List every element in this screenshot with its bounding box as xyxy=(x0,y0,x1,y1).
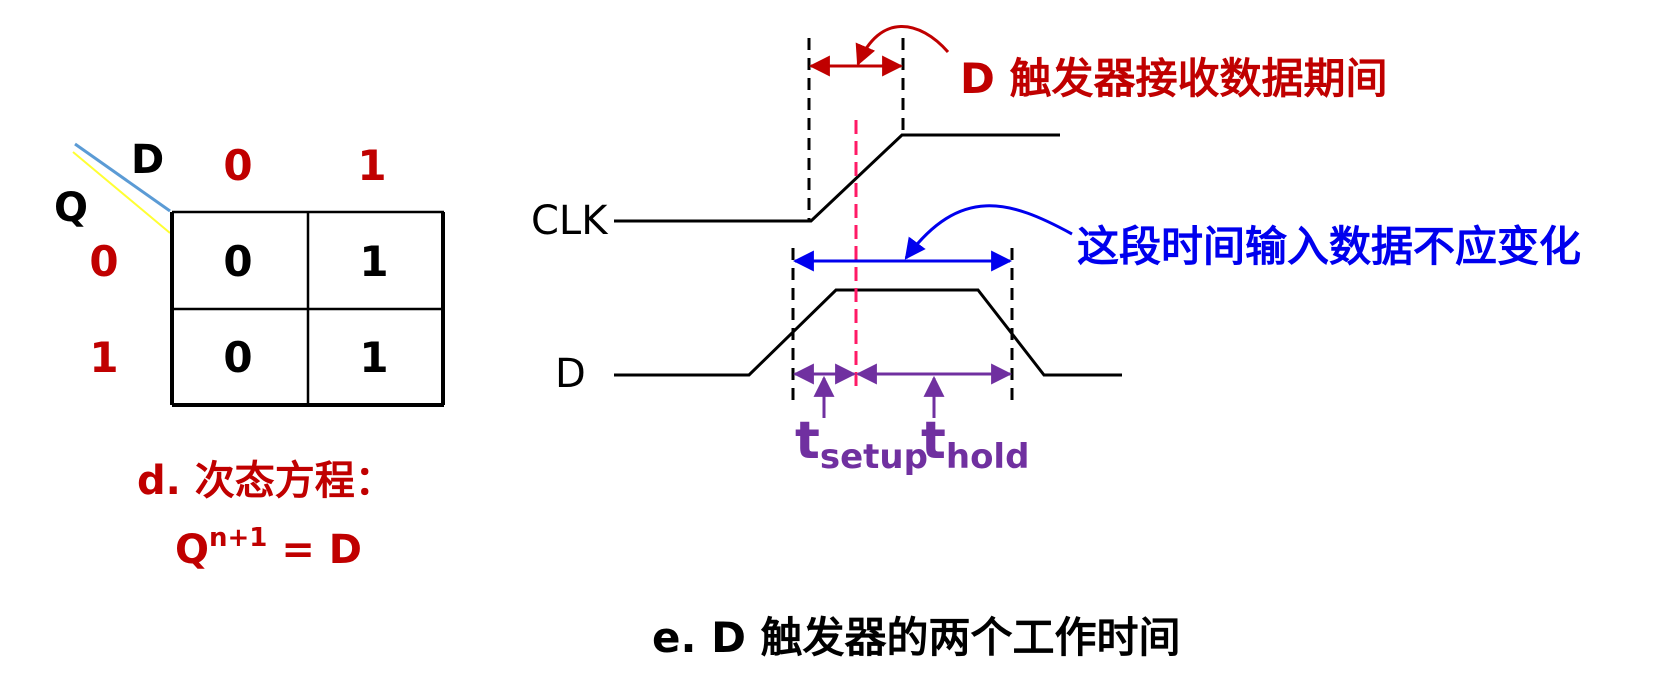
kmap-cell-q0-d1: 1 xyxy=(359,237,388,286)
next-state-equation: d. 次态方程： Qn+1 = D xyxy=(137,458,395,573)
kmap-col-header-1: 1 xyxy=(357,141,386,190)
timing-diagram: CLK D D 触发器接收数据期间 这段时间输入数据不应变化 tsetup th… xyxy=(531,25,1581,477)
equation-rhs: = D xyxy=(267,527,362,573)
kmap-row-header-0: 0 xyxy=(89,237,118,286)
d-waveform xyxy=(614,288,1122,377)
figure-caption: e. D 触发器的两个工作时间 xyxy=(652,613,1181,662)
kmap-cell-q1-d0: 0 xyxy=(223,333,252,382)
stable-note-pointer xyxy=(904,204,1073,260)
kmap-cell-q0-d0: 0 xyxy=(223,237,252,286)
kmap-row-header-1: 1 xyxy=(89,333,118,382)
kmap-col-header-0: 0 xyxy=(223,141,252,190)
kmap-column-variable: D xyxy=(131,137,164,183)
clk-waveform xyxy=(614,133,1060,223)
equation-superscript: n+1 xyxy=(209,523,267,553)
equation-lhs: Q xyxy=(175,527,209,573)
equation-label: d. 次态方程： xyxy=(137,458,395,504)
hold-time-label: thold xyxy=(921,411,1029,477)
stable-note: 这段时间输入数据不应变化 xyxy=(1077,222,1581,271)
receive-note: D 触发器接收数据期间 xyxy=(960,54,1388,103)
setup-time-label: tsetup xyxy=(795,411,928,477)
equation-formula: Qn+1 = D xyxy=(175,523,362,573)
kmap-row-variable: Q xyxy=(54,185,88,231)
kmap-grid xyxy=(170,210,445,407)
clk-label: CLK xyxy=(531,198,609,244)
karnaugh-map: D Q 0 1 0 1 0 1 0 1 xyxy=(54,137,445,407)
d-label: D xyxy=(555,351,586,397)
d-flipflop-diagram: D Q 0 1 0 1 0 1 0 1 d. 次态方程： Qn+1 = D CL… xyxy=(54,25,1581,662)
kmap-cell-q1-d1: 1 xyxy=(359,333,388,382)
